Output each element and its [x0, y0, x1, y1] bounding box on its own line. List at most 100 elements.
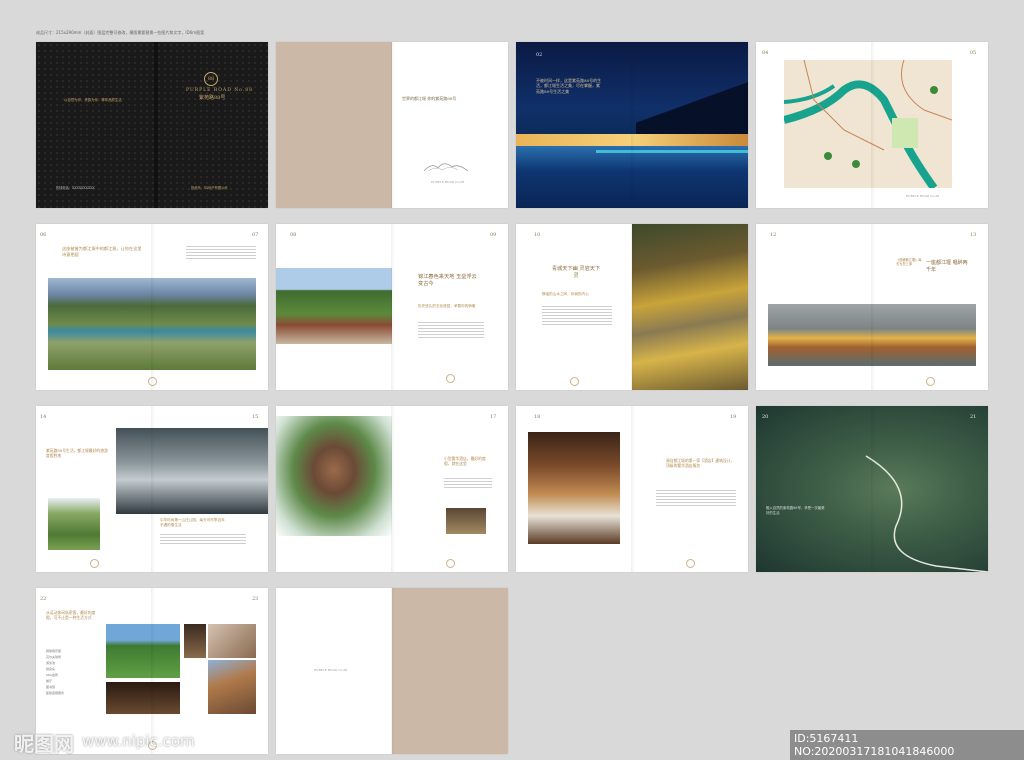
cover-monogram-icon: 88: [204, 72, 218, 86]
watermark-id: ID:5167411 NO:20200317181041846000: [790, 730, 1024, 760]
map-footer: PURPLE ROAD No.88: [906, 194, 940, 198]
spread-aerial: 06 07 这座被誉为都江堰中的都江堰，让你在这里诗意栖居: [36, 224, 268, 390]
night-text: 不被时间一样，这是紫苑路88号的生活，都江堰生活之美，尽在掌握，紫苑路88号生活…: [536, 78, 602, 94]
spread-night-bridge: 02 不被时间一样，这是紫苑路88号的生活，都江堰生活之美，尽在掌握，紫苑路88…: [516, 42, 748, 208]
spread-villa: 17 小型奢华酒店，最好的度假，就在这里: [276, 406, 508, 572]
mountain-ink-icon: [424, 163, 468, 172]
cover-developer: 投资商：XX地产有限公司: [191, 186, 228, 190]
page-number-right: 15: [252, 414, 259, 420]
forest-path-photo: [632, 224, 748, 390]
body-text-lines: [542, 306, 612, 327]
temple-title: 锦江春色来天地 玉垒浮云变古今: [418, 274, 477, 288]
ornament-icon: [686, 559, 695, 568]
clouds-sub: 中华时尚第一山庄公园，每天可尽享百年不遇的慢生活: [160, 518, 225, 527]
tan-page: [392, 588, 508, 754]
body-text-lines: [444, 478, 492, 490]
body-text-lines: [186, 246, 256, 261]
bar-photo: [106, 682, 180, 714]
intro-footer: PURPLE ROAD No.88: [431, 180, 465, 184]
resort-caption: 融入自然的紫苑路88号，享受一次最美好的生活: [766, 506, 825, 515]
aerial-photo: [48, 278, 256, 370]
watermark-url: www.nipic.com: [82, 732, 195, 750]
header-note: 成品尺寸：215x290mm（封面）图层完整可修改，模版需要替换一些图片和文字，…: [36, 30, 205, 35]
spread-map: 04 05 PURPLE ROAD No.88: [756, 42, 988, 208]
list-item: 星级度假服务: [46, 691, 65, 695]
spread-clouds: 14 15 紫苑路88号生活，都江堰最好的旅游度假胜地 中华时尚第一山庄公园，每…: [36, 406, 268, 572]
page-number-right: 19: [730, 414, 737, 420]
page-number-right: 05: [970, 50, 977, 56]
path-title: 青城天下幽 灵岩天下灵: [551, 266, 601, 280]
page-number-left: 08: [290, 232, 297, 238]
restaurant-photo: [528, 432, 620, 544]
page-number-left: 20: [762, 414, 769, 420]
clouds-title: 紫苑路88号生活，都江堰最好的旅游度假胜地: [46, 448, 108, 459]
restaurant-title: 源自都江堰的第一家【酒店】建筑设计，顶级的奢华酒店服务: [666, 458, 735, 469]
cover-spread: 88 PURPLE ROAD No.88 紫苑路88号 以自然为邻，贵族为伴，尊…: [36, 42, 268, 208]
lit-bridge: [516, 134, 748, 146]
body-text-lines: [656, 490, 736, 508]
ornament-icon: [570, 377, 579, 386]
lounge-photo: [446, 508, 486, 534]
cover-tagline: 以自然为邻，贵族为伴，尊享品质生活: [64, 98, 122, 102]
spread-restaurant: 18 19 源自都江堰的第一家【酒店】建筑设计，顶级的奢华酒店服务: [516, 406, 748, 572]
body-text-lines: [418, 322, 484, 340]
page-number-left: 12: [770, 232, 777, 238]
ornament-icon: [148, 377, 157, 386]
leisure-title: 从运动休闲私密客，最好的度假，可不止是一种生活方式: [46, 610, 96, 621]
road-icon: [865, 455, 988, 572]
ornament-icon: [90, 559, 99, 568]
spread-back-cover: PURPLE ROAD No.88: [276, 588, 508, 754]
page-number-right: 21: [970, 414, 977, 420]
page-number-left: 14: [40, 414, 47, 420]
path-sub: 静谧的山水之间，你我的内心: [542, 292, 589, 296]
spread-path: 10 青城天下幽 灵岩天下灵 静谧的山水之间，你我的内心: [516, 224, 748, 390]
ornament-icon: [446, 559, 455, 568]
page-number-right: 07: [252, 232, 259, 238]
cover-hotline: 热线电话：XXXXXXXXXX: [56, 186, 95, 190]
spread-aerial-resort: 20 21 融入自然的紫苑路88号，享受一次最美好的生活: [756, 406, 988, 572]
woman-photo: [208, 624, 256, 658]
page-number-left: 22: [40, 596, 47, 602]
page-number: 02: [536, 52, 543, 58]
bridge-reflection: [516, 146, 748, 208]
portrait-photo: [184, 624, 206, 658]
river-map-icon: [784, 60, 952, 188]
watermark-logo: 昵图网: [14, 732, 74, 756]
intro-title: 世界的都江堰 你的紫苑路88号: [402, 96, 457, 101]
temple-sub: 历史悠久的文化底蕴，承载你的骄傲: [418, 304, 476, 308]
amenity-list: 网球俱乐部 高尔夫球场 游泳池 健身房 SPA会所 餐厅 图书馆 星级度假服务: [46, 648, 64, 696]
villa-render-photo: [276, 416, 392, 536]
hills-photo: [48, 498, 100, 550]
tan-page: [276, 42, 392, 208]
page-number-right: 09: [490, 232, 497, 238]
page-number-left: 06: [40, 232, 47, 238]
performance-sub: 《道解都江堰》每天为您上演: [896, 258, 922, 267]
glow-line: [596, 150, 748, 153]
cloud-photo: [116, 428, 268, 514]
page-number-right: 23: [252, 596, 259, 602]
spread-performance: 12 13 一座都江堰 唱醉两千年 《道解都江堰》每天为您上演: [756, 224, 988, 390]
aerial-title: 这座被誉为都江堰中的都江堰，让你在这里诗意栖居: [62, 246, 142, 257]
night-mountain: [636, 82, 748, 142]
ornament-icon: [446, 374, 455, 383]
temple-photo: [276, 268, 392, 344]
rock-climb-photo: [208, 660, 256, 714]
page-number-left: 04: [762, 50, 769, 56]
body-text-lines: [160, 534, 246, 546]
villa-title: 小型奢华酒店，最好的度假，就在这里: [444, 456, 486, 467]
page-number: 10: [534, 232, 541, 238]
cover-brand-cn: 紫苑路88号: [199, 95, 226, 101]
ornament-icon: [926, 377, 935, 386]
cover-brand-en: PURPLE ROAD No.88: [186, 88, 253, 93]
back-footer: PURPLE ROAD No.88: [314, 668, 348, 672]
golf-photo: [106, 624, 180, 678]
cover-pattern: [36, 42, 268, 208]
page-number-right: 13: [970, 232, 977, 238]
spread-temple: 08 09 锦江春色来天地 玉垒浮云变古今 历史悠久的文化底蕴，承载你的骄傲: [276, 224, 508, 390]
performers-photo: [768, 304, 976, 366]
page-number-left: 18: [534, 414, 541, 420]
cover-spine: [154, 42, 158, 208]
page-number: 17: [490, 414, 497, 420]
spread-intro: 世界的都江堰 你的紫苑路88号 PURPLE ROAD No.88: [276, 42, 508, 208]
performance-title: 一座都江堰 唱醉两千年: [926, 260, 968, 273]
